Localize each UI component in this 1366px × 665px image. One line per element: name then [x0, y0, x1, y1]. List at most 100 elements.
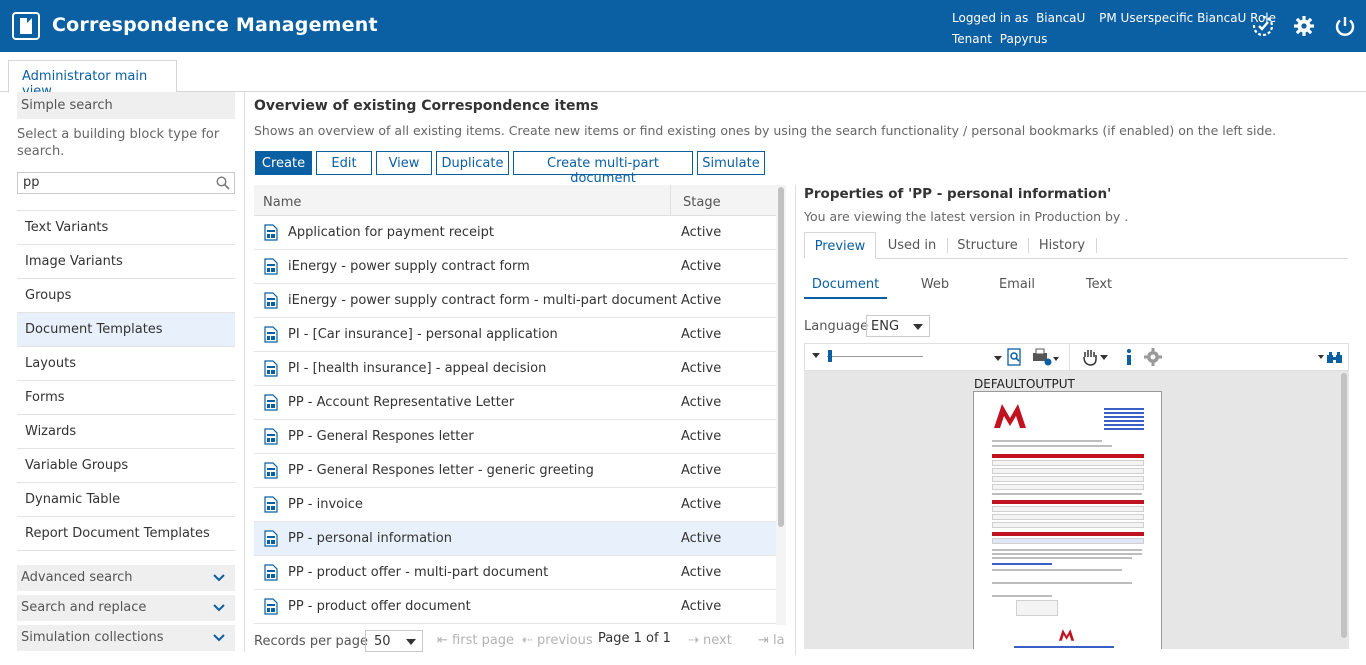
simulate-button[interactable]: Simulate: [697, 151, 765, 175]
type-item-wizards[interactable]: Wizards: [17, 415, 235, 449]
zoom-slider-handle[interactable]: [828, 350, 832, 362]
row-stage: Active: [681, 225, 722, 240]
type-item-report-document-templates[interactable]: Report Document Templates: [17, 517, 235, 551]
type-item-layouts[interactable]: Layouts: [17, 347, 235, 381]
type-item-variable-groups[interactable]: Variable Groups: [17, 449, 235, 483]
preview-document-page: [973, 391, 1162, 649]
row-stage: Active: [681, 259, 722, 274]
column-header-name[interactable]: Name: [263, 195, 301, 210]
document-template-icon: [264, 360, 278, 377]
language-select[interactable]: ENG: [866, 315, 930, 337]
chevron-down-icon: [213, 574, 225, 582]
records-per-page-select[interactable]: 50: [365, 630, 423, 652]
table-row[interactable]: PI - [Car insurance] - personal applicat…: [254, 318, 776, 352]
type-item-forms[interactable]: Forms: [17, 381, 235, 415]
pager: Records per page 50 ⇤ first page ⇠ previ…: [254, 628, 786, 654]
table-row[interactable]: PP - personal information Active: [254, 522, 776, 556]
settings-gear-icon[interactable]: [1292, 14, 1316, 38]
subtab-document[interactable]: Document: [804, 277, 887, 292]
items-grid: Name Stage Application for payment recei…: [254, 185, 786, 625]
viewer-toolbar: [804, 343, 1349, 371]
simple-search-description: Select a building block type for search.: [17, 127, 220, 159]
view-button[interactable]: View: [376, 151, 432, 175]
grid-body: Application for payment receipt Active iEn…: [254, 216, 776, 624]
tab-structure[interactable]: Structure: [950, 232, 1025, 259]
table-row[interactable]: PP - product offer - multi-part document…: [254, 556, 776, 590]
accordion-label: Search and replace: [21, 600, 147, 615]
row-name: Application for payment receipt: [288, 225, 494, 240]
document-preview-viewer[interactable]: DEFAULTOUTPUT: [804, 371, 1349, 649]
table-row[interactable]: PP - General Respones letter Active: [254, 420, 776, 454]
type-item-groups[interactable]: Groups: [17, 279, 235, 313]
type-item-document-templates[interactable]: Document Templates: [17, 313, 235, 347]
table-row[interactable]: PP - General Respones letter - generic g…: [254, 454, 776, 488]
create-button[interactable]: Create: [255, 151, 312, 175]
row-name: PI - [health insurance] - appeal decisio…: [288, 361, 547, 376]
document-template-icon: [264, 530, 278, 547]
column-header-stage[interactable]: Stage: [670, 185, 721, 216]
table-row[interactable]: PI - [health insurance] - appeal decisio…: [254, 352, 776, 386]
document-template-icon: [264, 428, 278, 445]
app-logo-icon: [12, 12, 40, 40]
type-item-text-variants[interactable]: Text Variants: [17, 211, 235, 245]
create-multi-part-document-button[interactable]: Create multi-part document: [513, 151, 693, 186]
document-template-icon: [264, 496, 278, 513]
scrollbar-thumb[interactable]: [778, 187, 784, 527]
find-page-icon[interactable]: [1006, 348, 1026, 368]
table-row[interactable]: Application for payment receipt Active: [254, 216, 776, 250]
type-item-dynamic-table[interactable]: Dynamic Table: [17, 483, 235, 517]
edit-button[interactable]: Edit: [316, 151, 372, 175]
app-header: Correspondence Management Logged in as B…: [0, 0, 1366, 52]
user-name: BiancaU: [1036, 11, 1086, 25]
table-row[interactable]: PP - product offer document Active: [254, 590, 776, 624]
advanced-search-accordion[interactable]: Advanced search: [17, 565, 235, 591]
document-template-icon: [264, 564, 278, 581]
page-indicator: Page 1 of 1: [598, 631, 671, 646]
power-icon[interactable]: [1333, 14, 1357, 38]
row-name: PP - personal information: [288, 531, 452, 546]
tab-used-in[interactable]: Used in: [880, 232, 944, 259]
subtab-web[interactable]: Web: [904, 277, 966, 292]
simple-search-header[interactable]: Simple search: [17, 92, 235, 119]
search-input[interactable]: pp: [17, 172, 235, 194]
simulation-collections-accordion[interactable]: Simulation collections: [17, 625, 235, 651]
info-icon[interactable]: [1119, 347, 1139, 367]
search-icon[interactable]: [216, 176, 230, 190]
subtab-text[interactable]: Text: [1068, 277, 1130, 292]
subtab-email[interactable]: Email: [986, 277, 1048, 292]
properties-subtitle: You are viewing the latest version in Pr…: [804, 209, 1129, 224]
grid-scrollbar[interactable]: [776, 185, 786, 625]
overview-description: Shows an overview of all existing items.…: [254, 123, 1277, 138]
pan-hand-icon[interactable]: [1081, 347, 1111, 367]
table-row[interactable]: PP - Account Representative Letter Active: [254, 386, 776, 420]
user-role: PM Userspecific BiancaU Role: [1099, 11, 1276, 25]
print-settings-icon[interactable]: [1031, 348, 1061, 368]
table-row[interactable]: iEnergy - power supply contract form Acti…: [254, 250, 776, 284]
search-and-replace-accordion[interactable]: Search and replace: [17, 595, 235, 621]
logged-in-label: Logged in as: [952, 11, 1029, 25]
type-item-image-variants[interactable]: Image Variants: [17, 245, 235, 279]
binoculars-dropdown-icon[interactable]: [1317, 347, 1345, 367]
viewer-scrollbar[interactable]: [1341, 373, 1347, 638]
grid-header: Name Stage: [254, 185, 776, 216]
panel-divider[interactable]: [244, 92, 245, 652]
tab-preview[interactable]: Preview: [804, 232, 876, 259]
row-stage: Active: [681, 497, 722, 512]
viewer-settings-gear-icon[interactable]: [1143, 347, 1163, 367]
table-row[interactable]: iEnergy - power supply contract form - m…: [254, 284, 776, 318]
tab-administrator-main-view[interactable]: Administrator main view: [8, 60, 177, 99]
row-name: PI - [Car insurance] - personal applicat…: [288, 327, 558, 342]
tab-history[interactable]: History: [1031, 232, 1093, 259]
duplicate-button[interactable]: Duplicate: [436, 151, 509, 175]
zoom-dropdown-icon[interactable]: [811, 350, 821, 360]
switch-role-icon[interactable]: [1251, 14, 1275, 38]
row-stage: Active: [681, 327, 722, 342]
row-stage: Active: [681, 463, 722, 478]
row-name: PP - invoice: [288, 497, 363, 512]
panel-divider-right[interactable]: [795, 185, 796, 655]
view-dropdown-icon[interactable]: [993, 353, 1003, 363]
table-row[interactable]: PP - invoice Active: [254, 488, 776, 522]
document-template-icon: [264, 598, 278, 615]
zoom-slider[interactable]: [827, 356, 923, 357]
main-tab-strip: Administrator main view: [0, 52, 1366, 99]
